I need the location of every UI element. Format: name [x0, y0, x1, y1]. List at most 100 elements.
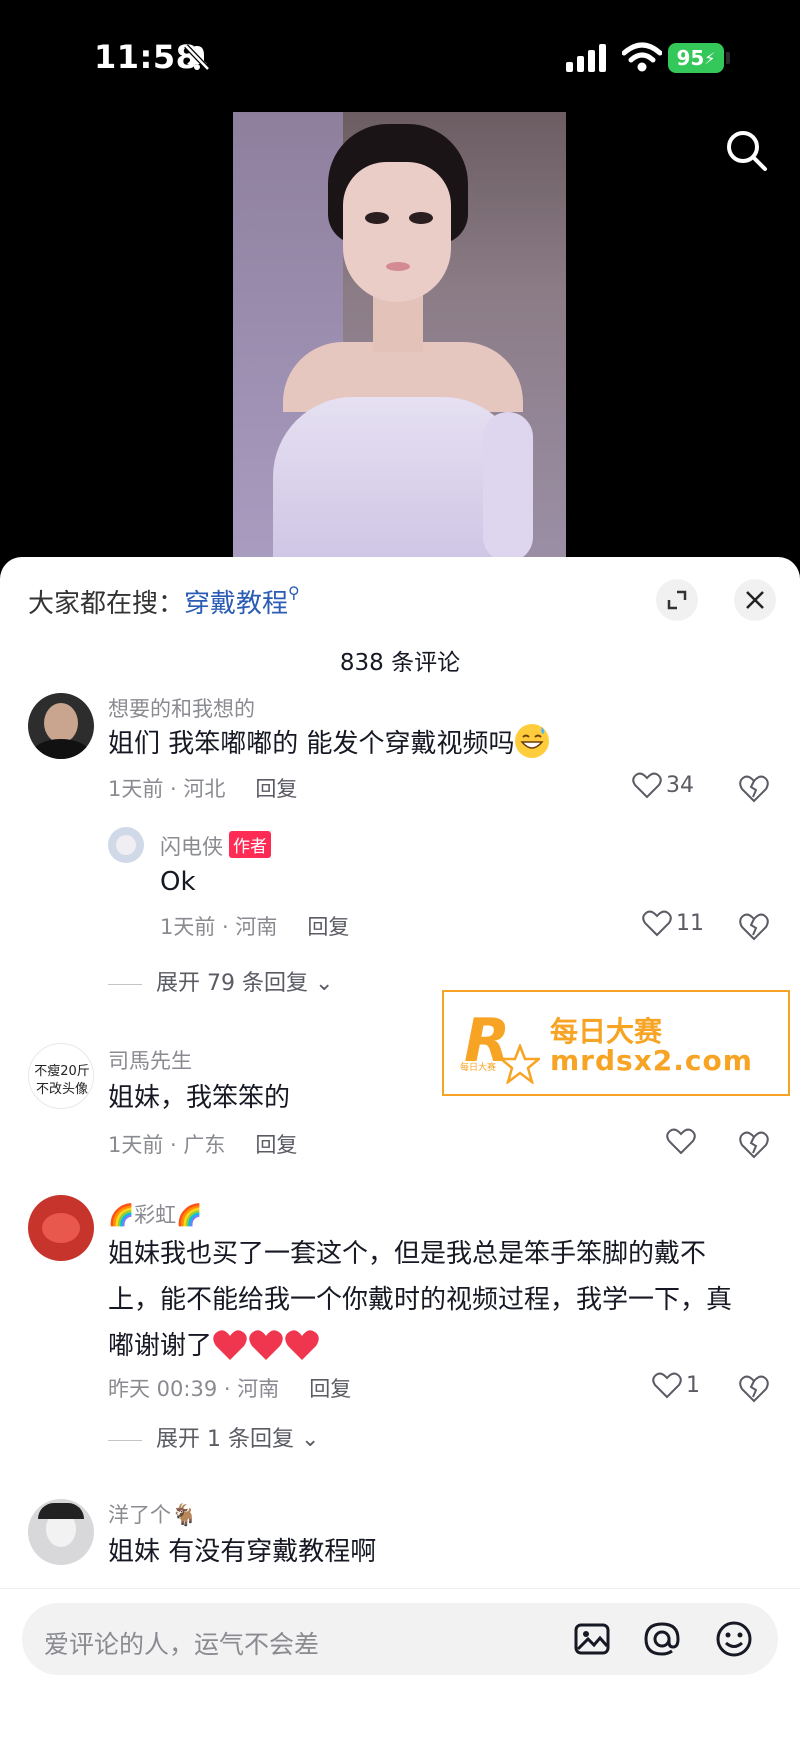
expand-replies-button[interactable]: 展开 1 条回复 ⌄ — [108, 1421, 319, 1453]
broken-heart-icon[interactable] — [738, 1373, 770, 1403]
comment-text-line: 姐妹我也买了一套这个，但是我总是笨手笨脚的戴不 — [108, 1239, 707, 1269]
cellular-signal-icon — [566, 44, 606, 72]
video-figure-arm — [483, 412, 533, 562]
bell-slash-icon — [184, 44, 210, 71]
charging-icon: ⚡ — [704, 48, 716, 68]
star-icon — [500, 1044, 540, 1084]
reply-button[interactable]: 回复 — [307, 915, 349, 939]
avatar-face — [42, 1213, 80, 1243]
like-count: 1 — [686, 1372, 700, 1398]
red-heart-emoji — [249, 1330, 283, 1360]
like-count: 11 — [676, 910, 704, 936]
avatar-text-line2: 不改头像 — [35, 1082, 88, 1097]
author-badge: 作者 — [229, 831, 271, 858]
avatar[interactable] — [28, 1499, 94, 1565]
red-heart-emoji — [285, 1330, 319, 1360]
comment-text: 姐们 我笨嘟嘟的 能发个穿戴视频吗 — [108, 721, 748, 767]
chevron-down-icon: ⌄ — [300, 1427, 320, 1452]
heart-outline-icon — [666, 1128, 696, 1155]
comment-time-location: 昨天 00:39 · 河南 — [108, 1377, 280, 1401]
reply-meta: 1天前 · 河南 回复 — [160, 911, 349, 941]
chevron-down-icon: ⌄ — [314, 971, 334, 996]
goat-icon: 🐐 — [171, 1503, 198, 1527]
comment-meta: 昨天 00:39 · 河南 回复 — [108, 1373, 351, 1403]
comment-username[interactable]: 🌈彩虹🌈 — [108, 1199, 202, 1229]
hot-search-bar[interactable]: 大家都在搜：穿戴教程⚲ — [28, 583, 300, 620]
image-icon[interactable] — [572, 1619, 612, 1659]
watermark: R 每日大赛 每日大赛 mrdsx2.com — [442, 990, 790, 1096]
wifi-icon — [622, 42, 662, 72]
rainbow-icon: 🌈 — [108, 1203, 135, 1227]
search-icon[interactable] — [724, 128, 770, 174]
comment-username[interactable]: 洋了个🐐 — [108, 1499, 197, 1529]
reply-time-location: 1天前 · 河南 — [160, 915, 278, 939]
red-heart-emoji — [213, 1330, 247, 1360]
close-button[interactable] — [734, 579, 776, 621]
emoji-icon[interactable] — [714, 1619, 754, 1659]
magnifier-icon: ⚲ — [288, 583, 300, 602]
comment-sheet: 大家都在搜：穿戴教程⚲ 838 条评论 想要的和我想的 姐们 我笨嘟嘟的 能发个… — [0, 557, 800, 1738]
comment-username[interactable]: 司馬先生 — [108, 1045, 192, 1075]
comment-count: 838 条评论 — [339, 650, 461, 676]
comment-username[interactable]: 想要的和我想的 — [108, 693, 255, 723]
hot-search-prefix: 大家都在搜： — [28, 589, 185, 619]
like-button[interactable]: 34 — [632, 771, 694, 799]
broken-heart-icon[interactable] — [738, 773, 770, 803]
comment-input-bar: 爱评论的人，运气不会差 — [0, 1588, 800, 1738]
avatar[interactable]: 不瘦20斤 不改头像 — [28, 1043, 94, 1109]
comment-text: 姐妹 有没有穿戴教程啊 — [108, 1537, 377, 1567]
like-button[interactable]: 11 — [642, 909, 704, 937]
comment-meta: 1天前 · 广东 回复 — [108, 1129, 297, 1159]
battery-cap — [726, 52, 730, 64]
avatar-figure — [116, 835, 136, 855]
heart-outline-icon — [642, 910, 672, 937]
comment-username-text: 洋了个 — [108, 1503, 171, 1527]
expand-replies-button[interactable]: 展开 79 条回复 ⌄ — [108, 965, 333, 997]
divider — [108, 1439, 142, 1441]
reply-text: Ok — [160, 867, 196, 897]
expand-sheet-button[interactable] — [656, 579, 698, 621]
broken-heart-icon[interactable] — [738, 1129, 770, 1159]
comment-time-location: 1天前 · 广东 — [108, 1133, 226, 1157]
at-mention-icon[interactable] — [642, 1619, 682, 1659]
avatar[interactable] — [28, 1195, 94, 1261]
avatar-text-line1: 不瘦20斤 — [34, 1064, 90, 1079]
reply-button[interactable]: 回复 — [255, 777, 297, 801]
comment-text: 姐妹，我笨笨的 — [108, 1083, 291, 1113]
expand-replies-label: 展开 1 条回复 — [156, 1427, 294, 1452]
comment-input[interactable]: 爱评论的人，运气不会差 — [22, 1603, 778, 1675]
status-bar: 11:58 95 ⚡ — [0, 0, 800, 110]
like-button[interactable] — [666, 1127, 696, 1155]
avatar-cap — [38, 1503, 84, 1519]
video-figure-eye — [409, 212, 433, 224]
avatar-shirt — [32, 739, 90, 759]
reply-button[interactable]: 回复 — [309, 1377, 351, 1401]
avatar[interactable] — [108, 827, 144, 863]
avatar[interactable] — [28, 693, 94, 759]
video-figure-face — [343, 162, 451, 302]
comment-text-line-end: 嘟谢谢了 — [108, 1331, 213, 1361]
grinning-sweat-emoji — [514, 724, 549, 758]
like-button[interactable]: 1 — [652, 1371, 700, 1399]
broken-heart-icon[interactable] — [738, 911, 770, 941]
comment-time-location: 1天前 · 河北 — [108, 777, 226, 801]
rainbow-icon: 🌈 — [176, 1203, 203, 1227]
reply-button[interactable]: 回复 — [255, 1133, 297, 1157]
video-figure-eye — [365, 212, 389, 224]
expand-replies-label: 展开 79 条回复 — [156, 971, 308, 996]
reply-username[interactable]: 闪电侠 作者 — [160, 831, 271, 861]
watermark-url: mrdsx2.com — [550, 1044, 753, 1077]
battery-indicator: 95 ⚡ — [668, 43, 724, 73]
video-frame[interactable] — [233, 112, 566, 562]
comment-text-line: 嘟谢谢了 — [108, 1323, 778, 1369]
reply-username-text: 闪电侠 — [160, 835, 223, 859]
watermark-small-text: 每日大赛 — [460, 1063, 497, 1073]
like-count: 34 — [666, 772, 694, 798]
battery-level: 95 — [676, 46, 705, 70]
divider — [108, 983, 142, 985]
hot-search-term[interactable]: 穿戴教程 — [184, 589, 288, 619]
comment-meta: 1天前 · 河北 回复 — [108, 773, 297, 803]
expand-icon — [667, 590, 687, 610]
video-figure-lips — [386, 262, 410, 271]
grinning-sweat-emoji-shape — [515, 725, 548, 757]
